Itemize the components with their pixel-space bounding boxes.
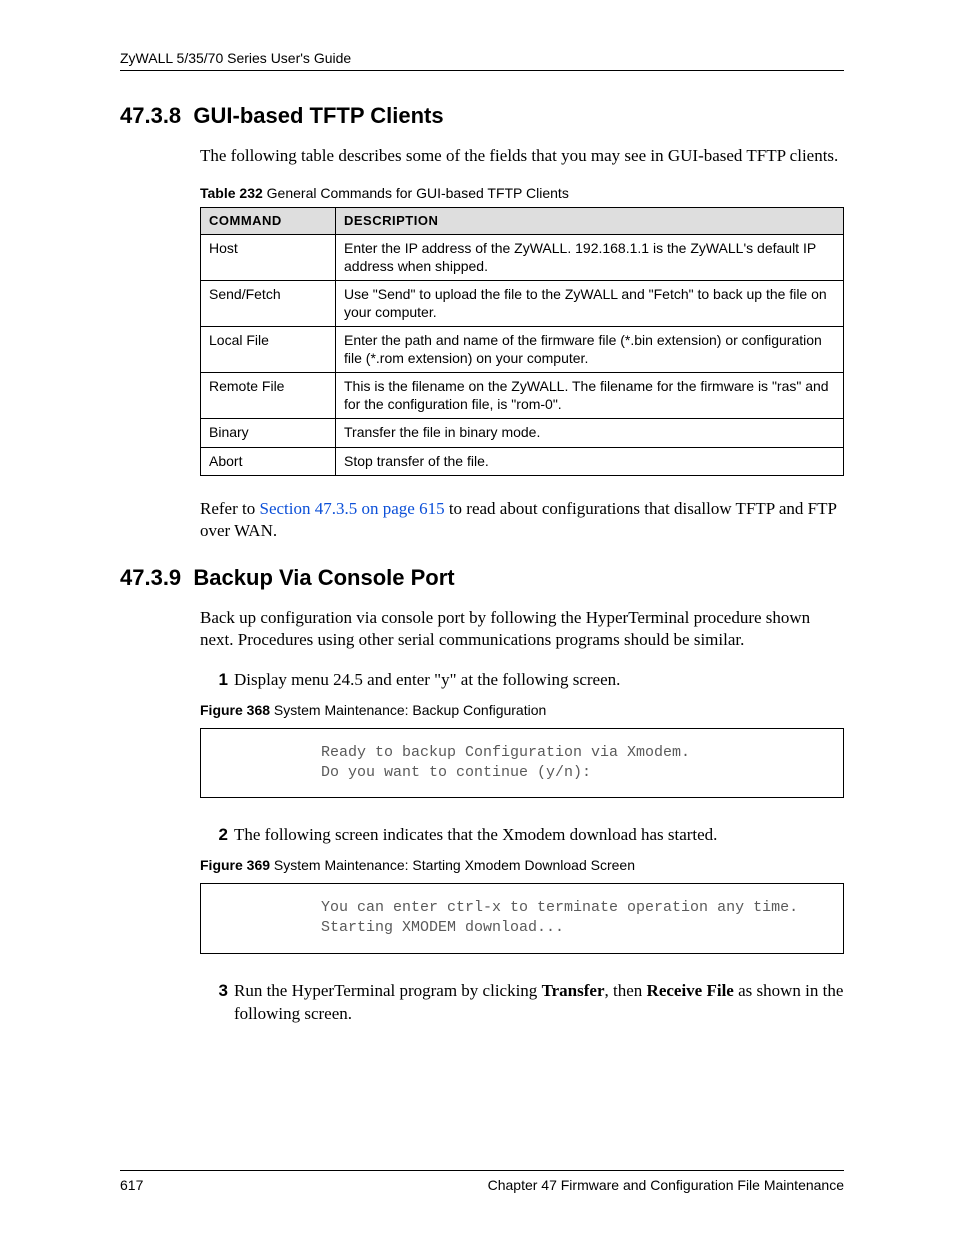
step3-bold2: Receive File (647, 981, 734, 1000)
page-number: 617 (120, 1177, 143, 1193)
step-1: 1 Display menu 24.5 and enter "y" at the… (200, 669, 844, 692)
terminal-output-368: Ready to backup Configuration via Xmodem… (200, 728, 844, 799)
cell-desc: Enter the path and name of the firmware … (336, 327, 844, 373)
cell-cmd: Local File (201, 327, 336, 373)
section-heading-4738: 47.3.8 GUI-based TFTP Clients (120, 103, 844, 129)
table-row: AbortStop transfer of the file. (201, 447, 844, 476)
cell-cmd: Host (201, 235, 336, 281)
step-number: 1 (200, 669, 228, 692)
step-3: 3 Run the HyperTerminal program by click… (200, 980, 844, 1026)
cell-cmd: Send/Fetch (201, 281, 336, 327)
refer-pre: Refer to (200, 499, 259, 518)
procedure-steps: 1 Display menu 24.5 and enter "y" at the… (200, 669, 844, 692)
intro-paragraph: The following table describes some of th… (200, 145, 844, 167)
th-description: DESCRIPTION (336, 208, 844, 235)
section-body-4739: Back up configuration via console port b… (200, 607, 844, 1026)
cell-desc: This is the filename on the ZyWALL. The … (336, 373, 844, 419)
intro-paragraph: Back up configuration via console port b… (200, 607, 844, 651)
step-text: Display menu 24.5 and enter "y" at the f… (234, 669, 620, 692)
figure-caption-369: Figure 369 System Maintenance: Starting … (200, 857, 844, 873)
section-title: GUI-based TFTP Clients (193, 103, 443, 128)
table-caption: Table 232 General Commands for GUI-based… (200, 185, 844, 201)
table-row: Local FileEnter the path and name of the… (201, 327, 844, 373)
table-row: Send/FetchUse "Send" to upload the file … (201, 281, 844, 327)
step-text: Run the HyperTerminal program by clickin… (234, 980, 844, 1026)
table-row: BinaryTransfer the file in binary mode. (201, 419, 844, 448)
step3-mid: , then (605, 981, 647, 1000)
table-label-rest: General Commands for GUI-based TFTP Clie… (263, 185, 569, 201)
th-command: COMMAND (201, 208, 336, 235)
procedure-steps: 2 The following screen indicates that th… (200, 824, 844, 847)
cell-desc: Enter the IP address of the ZyWALL. 192.… (336, 235, 844, 281)
section-title: Backup Via Console Port (193, 565, 454, 590)
step-2: 2 The following screen indicates that th… (200, 824, 844, 847)
table-header-row: COMMAND DESCRIPTION (201, 208, 844, 235)
section-number: 47.3.9 (120, 565, 181, 590)
table-label-bold: Table 232 (200, 185, 263, 201)
step-text: The following screen indicates that the … (234, 824, 717, 847)
cell-desc: Use "Send" to upload the file to the ZyW… (336, 281, 844, 327)
step3-bold1: Transfer (542, 981, 605, 1000)
table-row: Remote FileThis is the filename on the Z… (201, 373, 844, 419)
refer-paragraph: Refer to Section 47.3.5 on page 615 to r… (200, 498, 844, 542)
cell-desc: Stop transfer of the file. (336, 447, 844, 476)
commands-table: COMMAND DESCRIPTION HostEnter the IP add… (200, 207, 844, 476)
step-number: 2 (200, 824, 228, 847)
figure-label-bold: Figure 369 (200, 857, 270, 873)
terminal-output-369: You can enter ctrl-x to terminate operat… (200, 883, 844, 954)
cell-cmd: Binary (201, 419, 336, 448)
page-footer: 617 Chapter 47 Firmware and Configuratio… (120, 1170, 844, 1193)
section-heading-4739: 47.3.9 Backup Via Console Port (120, 565, 844, 591)
step-number: 3 (200, 980, 228, 1026)
step3-pre: Run the HyperTerminal program by clickin… (234, 981, 542, 1000)
figure-label-rest: System Maintenance: Starting Xmodem Down… (270, 857, 635, 873)
section-number: 47.3.8 (120, 103, 181, 128)
chapter-label: Chapter 47 Firmware and Configuration Fi… (488, 1177, 844, 1193)
table-row: HostEnter the IP address of the ZyWALL. … (201, 235, 844, 281)
cross-reference-link[interactable]: Section 47.3.5 on page 615 (259, 499, 444, 518)
cell-cmd: Abort (201, 447, 336, 476)
figure-label-rest: System Maintenance: Backup Configuration (270, 702, 546, 718)
figure-label-bold: Figure 368 (200, 702, 270, 718)
figure-caption-368: Figure 368 System Maintenance: Backup Co… (200, 702, 844, 718)
page: ZyWALL 5/35/70 Series User's Guide 47.3.… (0, 0, 954, 1235)
cell-cmd: Remote File (201, 373, 336, 419)
procedure-steps: 3 Run the HyperTerminal program by click… (200, 980, 844, 1026)
section-body-4738: The following table describes some of th… (200, 145, 844, 543)
cell-desc: Transfer the file in binary mode. (336, 419, 844, 448)
page-header: ZyWALL 5/35/70 Series User's Guide (120, 50, 844, 71)
